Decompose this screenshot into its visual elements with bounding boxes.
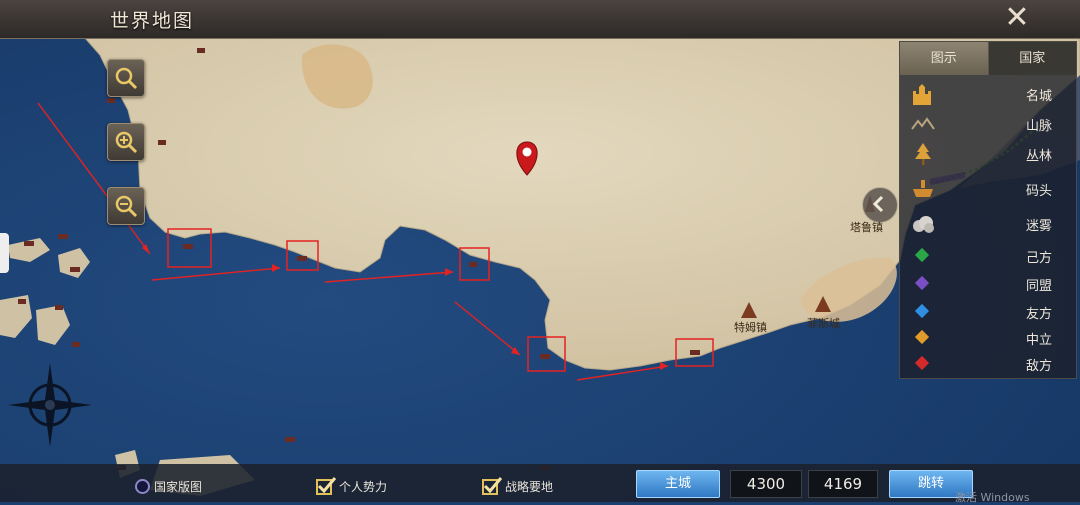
- chevron-left-icon: [872, 195, 884, 213]
- tree-icon: [915, 143, 931, 165]
- fog-icon: [913, 216, 934, 233]
- legend-item-mountain: 山脉: [900, 109, 1076, 139]
- checkbox-checked-icon[interactable]: [315, 475, 337, 497]
- zoom-out-button[interactable]: [107, 187, 145, 225]
- tab-legend[interactable]: 图示: [900, 42, 988, 75]
- country-map-option[interactable]: 国家版图: [135, 467, 202, 505]
- town-label[interactable]: 塔鲁镇: [850, 219, 883, 235]
- legend-label: 码头: [1025, 184, 1052, 199]
- zoom-in-button[interactable]: [107, 123, 145, 161]
- strategic-place-option[interactable]: 战略要地: [481, 467, 553, 505]
- legend-panel: 图示 国家 名城 山脉 丛林 码头 迷雾 己方 同盟 友方 中立 敌方: [899, 41, 1077, 379]
- checkbox-checked-icon[interactable]: [481, 475, 503, 497]
- legend-label: 中立: [1025, 333, 1052, 348]
- title-bar: 世界地图 ✕: [0, 0, 1080, 39]
- legend-tabs: 图示 国家: [900, 42, 1076, 75]
- diamond-icon: [914, 329, 930, 345]
- side-panel-tab[interactable]: [0, 233, 9, 273]
- page-title: 世界地图: [110, 10, 195, 32]
- option-label: 战略要地: [505, 479, 554, 494]
- windows-watermark: 激活 Windows: [955, 491, 1030, 504]
- legend-label: 迷雾: [1025, 219, 1052, 234]
- coord-x-input[interactable]: 4300: [730, 470, 802, 498]
- personal-force-option[interactable]: 个人势力: [315, 467, 387, 505]
- main-city-button[interactable]: 主城: [636, 470, 720, 498]
- zoom-out-icon: [115, 195, 138, 218]
- legend-label: 名城: [1025, 89, 1052, 104]
- town-label[interactable]: 菲斯城: [807, 315, 840, 331]
- legend-label: 己方: [1025, 251, 1052, 266]
- legend-item-famous-city: 名城: [900, 79, 1076, 109]
- diamond-icon: [914, 247, 930, 263]
- legend-item-enemy: 敌方: [900, 349, 1076, 379]
- legend-item-fog: 迷雾: [900, 209, 1076, 239]
- search-icon: [115, 67, 138, 90]
- option-label: 国家版图: [154, 479, 203, 494]
- legend-label: 敌方: [1025, 359, 1052, 374]
- coord-y-input[interactable]: 4169: [808, 470, 878, 498]
- legend-item-dock: 码头: [900, 174, 1076, 204]
- legend-item-alliance: 同盟: [900, 269, 1076, 299]
- diamond-icon: [914, 355, 930, 371]
- legend-item-jungle: 丛林: [900, 139, 1076, 169]
- legend-item-own: 己方: [900, 241, 1076, 271]
- mountain-icon: [911, 117, 935, 130]
- option-label: 个人势力: [339, 479, 388, 494]
- tab-country[interactable]: 国家: [987, 42, 1076, 75]
- radio-icon[interactable]: [135, 478, 150, 494]
- town-label[interactable]: 特姆镇: [734, 319, 767, 335]
- legend-label: 山脉: [1025, 119, 1052, 134]
- collapse-legend-button[interactable]: [862, 187, 898, 223]
- zoom-in-icon: [115, 131, 138, 154]
- diamond-icon: [914, 303, 930, 319]
- legend-label: 友方: [1025, 307, 1052, 322]
- close-icon[interactable]: ✕: [1000, 2, 1034, 36]
- legend-label: 同盟: [1025, 279, 1052, 294]
- castle-icon: [913, 84, 931, 105]
- diamond-icon: [914, 275, 930, 291]
- search-button[interactable]: [107, 59, 145, 97]
- legend-label: 丛林: [1025, 149, 1052, 164]
- ship-icon: [913, 180, 933, 197]
